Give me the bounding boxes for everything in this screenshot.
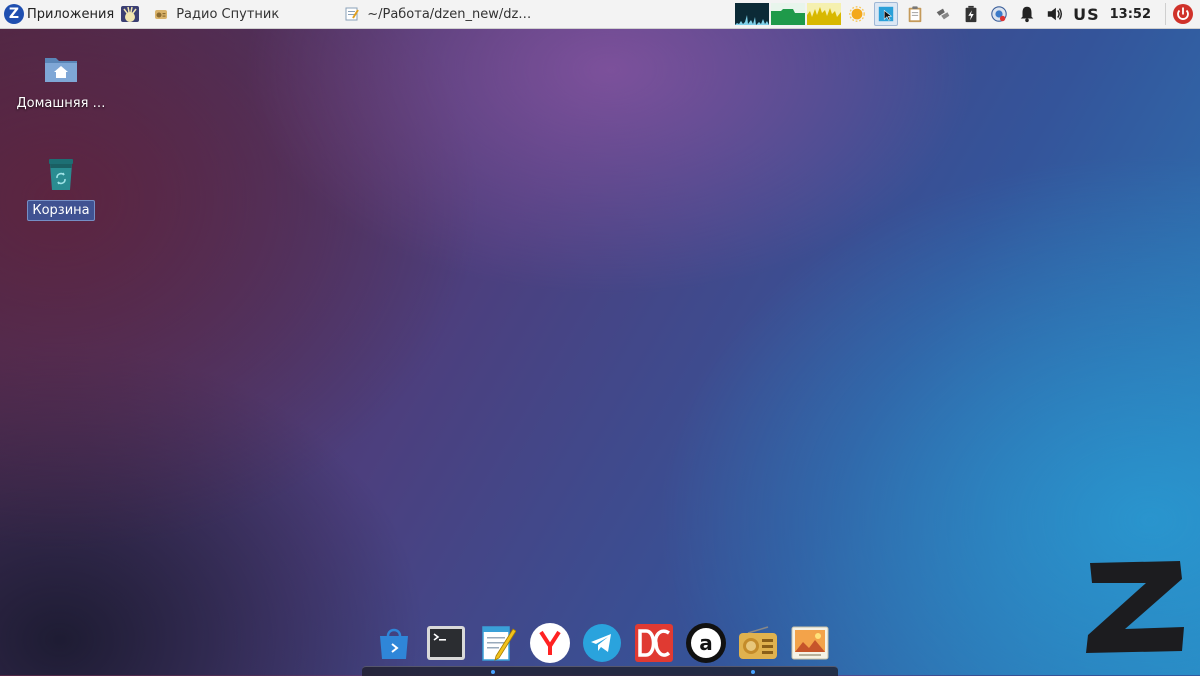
network-wired-icon[interactable] [932,3,954,25]
desktop-trash[interactable]: Корзина [16,154,106,221]
volume-icon[interactable] [1044,3,1066,25]
network-graph-icon[interactable] [807,3,842,25]
double-commander-icon [635,624,673,662]
telegram-icon [583,624,621,662]
anydesk-icon: a [686,623,726,663]
zorin-logo-icon: Z [4,4,24,24]
memory-graph-icon[interactable] [771,3,806,25]
dock-image-viewer[interactable] [788,621,832,665]
radio-icon [739,626,777,659]
text-editor-icon [482,626,516,661]
notification-bell-icon[interactable] [1016,3,1038,25]
applications-menu-label: Приложения [27,6,115,22]
dock-radio[interactable] [736,621,780,665]
running-indicator [751,670,755,674]
top-panel: Z Приложения Радио Спутник ~/Работа/dzen… [0,0,1200,29]
weather-sun-icon[interactable] [846,3,868,25]
trash-icon [49,159,73,190]
dock: a [368,620,836,666]
clipboard-icon[interactable] [904,3,926,25]
screenshot-tool-icon[interactable] [874,2,899,26]
keyboard-layout-indicator[interactable]: US [1073,5,1100,24]
running-indicator [491,670,495,674]
task-radio-label: Радио Спутник [176,6,280,22]
text-editor-app-icon [345,7,360,21]
dock-telegram[interactable] [580,621,624,665]
dock-yandex-browser[interactable] [528,621,572,665]
desktop-home-folder[interactable]: Домашняя … [16,48,106,113]
dock-terminal[interactable] [424,621,468,665]
radio-app-icon [155,10,168,19]
yandex-browser-icon [530,623,570,663]
task-text-editor[interactable]: ~/Работа/dzen_new/dz… [337,0,539,28]
radio-tray-icon[interactable] [120,4,140,24]
dock-software-store[interactable] [372,621,416,665]
vpn-globe-icon[interactable] [988,3,1010,25]
zorin-wallpaper-logo-icon [1086,561,1184,653]
terminal-icon [427,626,465,660]
home-folder-label: Домашняя … [16,96,106,111]
dock-double-commander[interactable] [632,621,676,665]
task-radio-sputnik[interactable]: Радио Спутник [146,0,287,28]
dock-text-editor[interactable] [476,621,520,665]
svg-text:a: a [699,631,713,655]
tray-divider [1165,3,1166,25]
battery-icon[interactable] [960,3,982,25]
cpu-graph-icon[interactable] [735,3,770,25]
clock[interactable]: 13:52 [1110,7,1151,22]
applications-menu[interactable]: Z Приложения [0,0,120,28]
image-viewer-icon [791,626,829,660]
power-icon[interactable] [1172,3,1194,25]
task-editor-label: ~/Работа/dzen_new/dz… [367,6,532,22]
home-folder-icon [45,58,77,82]
trash-label: Корзина [27,200,95,221]
software-store-icon [380,628,408,659]
system-tray: US 13:52 [735,0,1200,28]
dock-anydesk[interactable]: a [684,621,728,665]
